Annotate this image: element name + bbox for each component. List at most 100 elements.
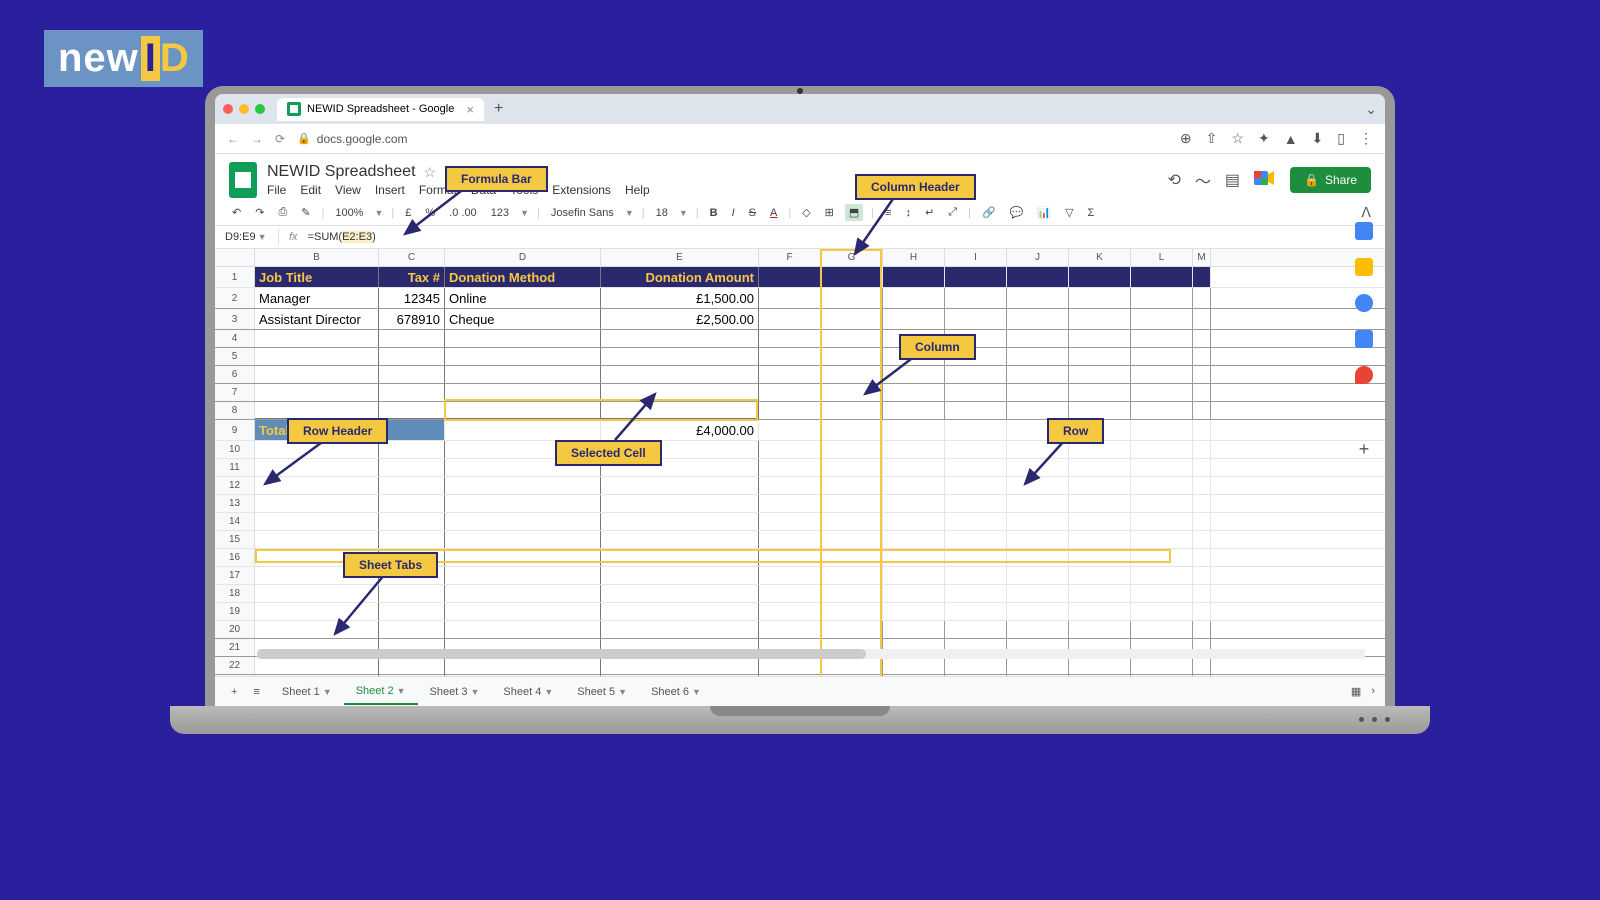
cell-I18[interactable] — [945, 585, 1007, 602]
cell-H6[interactable] — [883, 366, 945, 383]
url-field[interactable]: 🔒 docs.google.com — [297, 132, 1168, 146]
cell-L3[interactable] — [1131, 309, 1193, 329]
cell-L5[interactable] — [1131, 348, 1193, 365]
row-header-18[interactable]: 18 — [215, 585, 255, 602]
cell-I17[interactable] — [945, 567, 1007, 584]
cell-L7[interactable] — [1131, 384, 1193, 401]
cell-E16[interactable] — [601, 549, 759, 566]
cell-L15[interactable] — [1131, 531, 1193, 548]
cell-J7[interactable] — [1007, 384, 1069, 401]
cell-F8[interactable] — [759, 402, 821, 419]
cell-K3[interactable] — [1069, 309, 1131, 329]
cell-K16[interactable] — [1069, 549, 1131, 566]
cell-M4[interactable] — [1193, 330, 1211, 347]
cell-C18[interactable] — [379, 585, 445, 602]
cell-G4[interactable] — [821, 330, 883, 347]
row-header-14[interactable]: 14 — [215, 513, 255, 530]
cell-B3[interactable]: Assistant Director — [255, 309, 379, 329]
cell-M13[interactable] — [1193, 495, 1211, 512]
row-header-20[interactable]: 20 — [215, 621, 255, 638]
cell-B19[interactable] — [255, 603, 379, 620]
cell-G15[interactable] — [821, 531, 883, 548]
functions-button[interactable]: Σ — [1085, 205, 1098, 221]
undo-icon[interactable]: ↶ — [229, 204, 244, 221]
sheet-tab-3[interactable]: Sheet 3 ▼ — [418, 679, 492, 705]
col-header-i[interactable]: I — [945, 249, 1007, 266]
panel-icon[interactable]: ▯ — [1337, 130, 1345, 147]
col-header-g[interactable]: G — [821, 249, 883, 266]
cell-M17[interactable] — [1193, 567, 1211, 584]
cell-J4[interactable] — [1007, 330, 1069, 347]
row-header-17[interactable]: 17 — [215, 567, 255, 584]
row-header-2[interactable]: 2 — [215, 288, 255, 308]
cell-L8[interactable] — [1131, 402, 1193, 419]
cell-C5[interactable] — [379, 348, 445, 365]
cell-M2[interactable] — [1193, 288, 1211, 308]
cell-D7[interactable] — [445, 384, 601, 401]
print-icon[interactable]: ⎙ — [275, 204, 290, 221]
cell-E18[interactable] — [601, 585, 759, 602]
cell-D16[interactable] — [445, 549, 601, 566]
cell-L16[interactable] — [1131, 549, 1193, 566]
col-header-e[interactable]: E — [601, 249, 759, 266]
browser-tab[interactable]: NEWID Spreadsheet - Google × — [277, 98, 484, 121]
cell-M12[interactable] — [1193, 477, 1211, 494]
cell-M10[interactable] — [1193, 441, 1211, 458]
cell-J11[interactable] — [1007, 459, 1069, 476]
cell-L12[interactable] — [1131, 477, 1193, 494]
h-align-button[interactable]: ≡ — [882, 205, 894, 221]
cell-F18[interactable] — [759, 585, 821, 602]
currency-button[interactable]: £ — [402, 205, 414, 221]
cell-D22[interactable] — [445, 657, 601, 674]
cell-E22[interactable] — [601, 657, 759, 674]
cell-I14[interactable] — [945, 513, 1007, 530]
cell-H17[interactable] — [883, 567, 945, 584]
cell-M20[interactable] — [1193, 621, 1211, 638]
side-toggle-icon[interactable]: › — [1371, 685, 1375, 698]
cell-I3[interactable] — [945, 309, 1007, 329]
font-select[interactable]: Josefin Sans — [548, 205, 617, 221]
cell-L4[interactable] — [1131, 330, 1193, 347]
cell-F20[interactable] — [759, 621, 821, 638]
cell-E17[interactable] — [601, 567, 759, 584]
cell-M22[interactable] — [1193, 657, 1211, 674]
cell-K15[interactable] — [1069, 531, 1131, 548]
cell-G13[interactable] — [821, 495, 883, 512]
cell-I9[interactable] — [945, 420, 1007, 440]
cell-G20[interactable] — [821, 621, 883, 638]
cell-C9[interactable] — [379, 420, 445, 440]
minimize-window-icon[interactable] — [239, 104, 249, 114]
cell-F14[interactable] — [759, 513, 821, 530]
cell-D13[interactable] — [445, 495, 601, 512]
cell-J14[interactable] — [1007, 513, 1069, 530]
cell-D20[interactable] — [445, 621, 601, 638]
fill-color-button[interactable]: ◇ — [799, 204, 813, 221]
cell-M16[interactable] — [1193, 549, 1211, 566]
col-header-j[interactable]: J — [1007, 249, 1069, 266]
cell-L18[interactable] — [1131, 585, 1193, 602]
sheet-tab-4[interactable]: Sheet 4 ▼ — [491, 679, 565, 705]
cell-B14[interactable] — [255, 513, 379, 530]
cell-B20[interactable] — [255, 621, 379, 638]
cell-J15[interactable] — [1007, 531, 1069, 548]
cell-K1[interactable] — [1069, 267, 1131, 287]
text-color-button[interactable]: A — [767, 205, 780, 221]
cell-B11[interactable] — [255, 459, 379, 476]
sheet-tab-2[interactable]: Sheet 2 ▼ — [344, 679, 418, 705]
cell-H11[interactable] — [883, 459, 945, 476]
cell-L10[interactable] — [1131, 441, 1193, 458]
cell-G7[interactable] — [821, 384, 883, 401]
cell-D15[interactable] — [445, 531, 601, 548]
cell-I13[interactable] — [945, 495, 1007, 512]
cell-M9[interactable] — [1193, 420, 1211, 440]
row-header-19[interactable]: 19 — [215, 603, 255, 620]
cell-H8[interactable] — [883, 402, 945, 419]
cell-E13[interactable] — [601, 495, 759, 512]
cell-F15[interactable] — [759, 531, 821, 548]
cell-K14[interactable] — [1069, 513, 1131, 530]
cell-E4[interactable] — [601, 330, 759, 347]
cell-L20[interactable] — [1131, 621, 1193, 638]
cell-C12[interactable] — [379, 477, 445, 494]
cell-D12[interactable] — [445, 477, 601, 494]
cell-K2[interactable] — [1069, 288, 1131, 308]
